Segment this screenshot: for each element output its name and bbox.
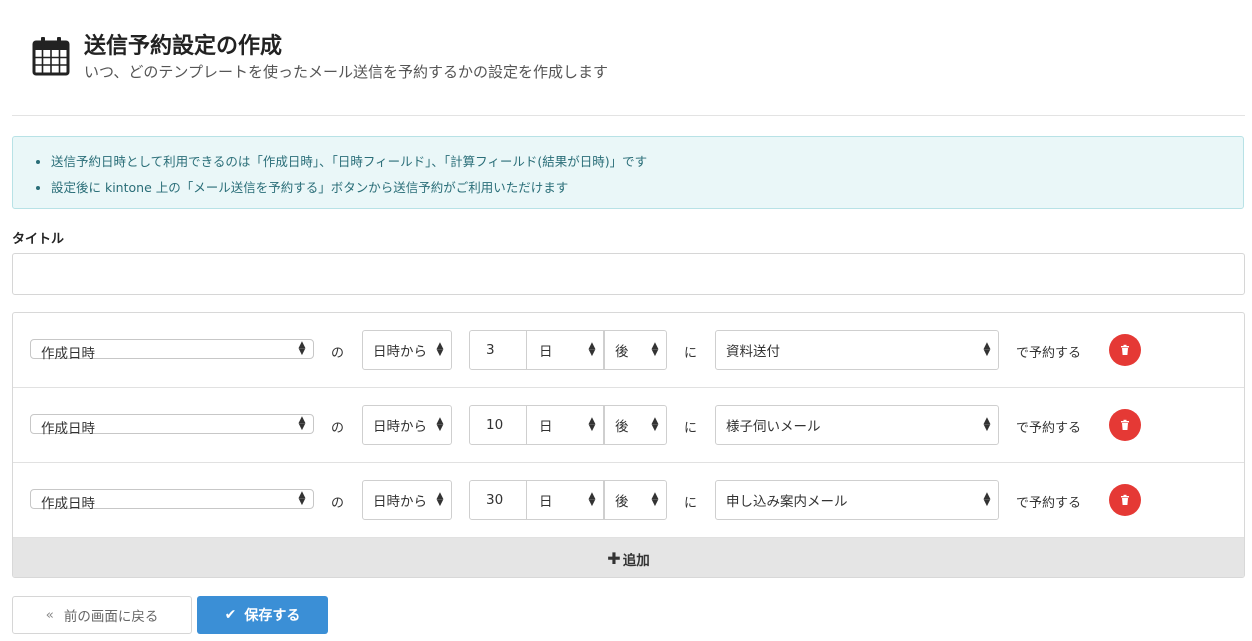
trash-icon	[1121, 494, 1129, 505]
template-select[interactable]: 様子伺いメール ▲ ▼	[715, 405, 999, 445]
select-arrows-icon: ▲ ▼	[298, 340, 306, 357]
suffix-label: で予約する	[1016, 496, 1082, 511]
select-value: 様子伺いメール	[726, 419, 821, 435]
select-value: 後	[615, 344, 629, 360]
select-value: 日時から	[373, 419, 427, 435]
amount-input[interactable]: 3	[469, 330, 527, 370]
select-arrows-icon: ▲ ▼	[983, 416, 991, 433]
amount-value: 3	[486, 342, 495, 358]
double-chevron-left-icon: «	[45, 607, 54, 623]
check-icon: ✔	[224, 607, 237, 623]
select-value: 日時から	[373, 344, 427, 360]
select-arrows-icon: ▲ ▼	[298, 415, 306, 432]
select-arrows-icon: ▲ ▼	[436, 341, 444, 358]
rule-row: 作成日時 ▲ ▼ の 日時から ▲ ▼ 30 日 ▲ ▼ 後 ▲ ▼ に 申し込み案内メール ▲ ▼…	[13, 463, 1244, 538]
title-input[interactable]	[12, 253, 1245, 295]
select-value: 作成日時	[41, 346, 95, 362]
select-arrows-icon: ▲ ▼	[588, 341, 596, 358]
select-arrows-icon: ▲ ▼	[588, 416, 596, 433]
base-select[interactable]: 日時から ▲ ▼	[362, 405, 452, 445]
select-value: 申し込み案内メール	[726, 494, 848, 510]
select-value: 作成日時	[41, 496, 95, 512]
select-arrows-icon: ▲ ▼	[588, 491, 596, 508]
unit-select[interactable]: 日 ▲ ▼	[526, 480, 604, 520]
info-item: 送信予約日時として利用できるのは「作成日時」、「日時フィールド」、「計算フィール…	[51, 149, 1219, 175]
suffix-label: で予約する	[1016, 421, 1082, 436]
unit-select[interactable]: 日 ▲ ▼	[526, 330, 604, 370]
amount-input[interactable]: 30	[469, 480, 527, 520]
select-value: 日	[539, 494, 553, 510]
divider	[12, 115, 1245, 116]
base-select[interactable]: 日時から ▲ ▼	[362, 480, 452, 520]
info-item: 設定後に kintone 上の「メール送信を予約する」ボタンから送信予約がご利用…	[51, 175, 1219, 201]
select-value: 後	[615, 419, 629, 435]
direction-select[interactable]: 後 ▲ ▼	[604, 480, 667, 520]
particle-no: の	[331, 346, 345, 361]
page-header: 送信予約設定の作成 いつ、どのテンプレートを使ったメール送信を予約するかの設定を…	[32, 32, 608, 82]
date-field-select[interactable]: 作成日時 ▲ ▼	[30, 489, 314, 512]
select-arrows-icon: ▲ ▼	[651, 416, 659, 433]
calendar-icon	[32, 37, 70, 76]
select-arrows-icon: ▲ ▼	[983, 491, 991, 508]
delete-button[interactable]	[1109, 409, 1141, 441]
select-value: 後	[615, 494, 629, 510]
template-select[interactable]: 資料送付 ▲ ▼	[715, 330, 999, 370]
select-arrows-icon: ▲ ▼	[651, 491, 659, 508]
template-select[interactable]: 申し込み案内メール ▲ ▼	[715, 480, 999, 520]
title-label: タイトル	[12, 232, 65, 247]
page-title: 送信予約設定の作成	[84, 34, 283, 59]
direction-select[interactable]: 後 ▲ ▼	[604, 330, 667, 370]
rule-row: 作成日時 ▲ ▼ の 日時から ▲ ▼ 10 日 ▲ ▼ 後 ▲ ▼ に 様子伺いメール ▲ ▼ で…	[13, 388, 1244, 463]
rules-panel: 作成日時 ▲ ▼ の 日時から ▲ ▼ 3 日 ▲ ▼ 後 ▲ ▼ に 資料送付 ▲ ▼ で予約する…	[12, 312, 1245, 578]
amount-input[interactable]: 10	[469, 405, 527, 445]
select-arrows-icon: ▲ ▼	[436, 491, 444, 508]
back-button[interactable]: « 前の画面に戻る	[12, 596, 192, 634]
date-field-select[interactable]: 作成日時 ▲ ▼	[30, 414, 314, 437]
save-label: 保存する	[244, 608, 301, 624]
unit-select[interactable]: 日 ▲ ▼	[526, 405, 604, 445]
particle-ni: に	[684, 496, 698, 511]
add-rule-button[interactable]: ✚ 追加	[13, 538, 1244, 577]
delete-button[interactable]	[1109, 484, 1141, 516]
amount-value: 10	[486, 417, 504, 433]
select-arrows-icon: ▲ ▼	[436, 416, 444, 433]
trash-icon	[1121, 419, 1129, 430]
add-label: 追加	[622, 552, 650, 569]
header-text: 送信予約設定の作成 いつ、どのテンプレートを使ったメール送信を予約するかの設定を…	[84, 32, 608, 82]
select-value: 作成日時	[41, 421, 95, 437]
rule-row: 作成日時 ▲ ▼ の 日時から ▲ ▼ 3 日 ▲ ▼ 後 ▲ ▼ に 資料送付 ▲ ▼ で予約する	[13, 313, 1244, 388]
particle-no: の	[331, 496, 345, 511]
back-label: 前の画面に戻る	[63, 609, 159, 625]
particle-ni: に	[684, 421, 698, 436]
delete-button[interactable]	[1109, 334, 1141, 366]
save-button[interactable]: ✔ 保存する	[197, 596, 328, 634]
select-value: 日時から	[373, 494, 427, 510]
date-field-select[interactable]: 作成日時 ▲ ▼	[30, 339, 314, 362]
select-value: 日	[539, 419, 553, 435]
plus-icon: ✚	[607, 549, 621, 568]
particle-ni: に	[684, 346, 698, 361]
page-subtitle: いつ、どのテンプレートを使ったメール送信を予約するかの設定を作成します	[84, 63, 608, 81]
info-box: 送信予約日時として利用できるのは「作成日時」、「日時フィールド」、「計算フィール…	[12, 136, 1244, 209]
suffix-label: で予約する	[1016, 346, 1082, 361]
select-arrows-icon: ▲ ▼	[298, 490, 306, 507]
base-select[interactable]: 日時から ▲ ▼	[362, 330, 452, 370]
amount-value: 30	[486, 492, 504, 508]
direction-select[interactable]: 後 ▲ ▼	[604, 405, 667, 445]
trash-icon	[1121, 344, 1129, 355]
select-value: 日	[539, 344, 553, 360]
select-value: 資料送付	[726, 344, 780, 360]
select-arrows-icon: ▲ ▼	[983, 341, 991, 358]
select-arrows-icon: ▲ ▼	[651, 341, 659, 358]
particle-no: の	[331, 421, 345, 436]
